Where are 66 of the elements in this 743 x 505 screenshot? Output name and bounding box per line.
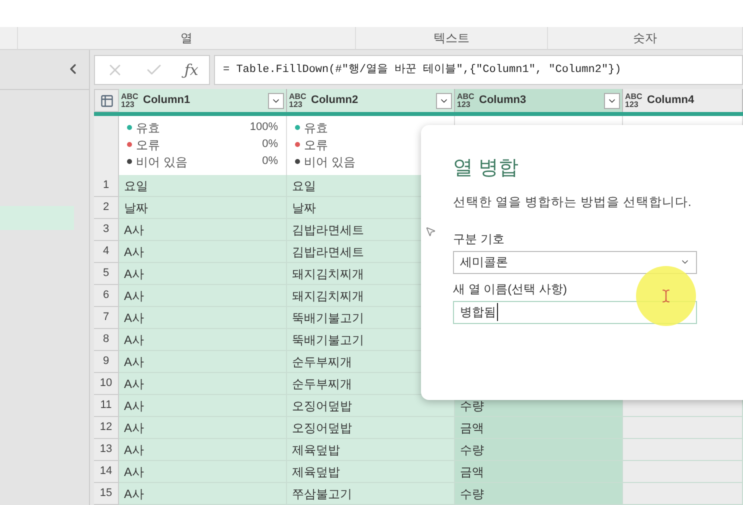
dialog-description: 선택한 열을 병합하는 방법을 선택합니다. bbox=[453, 194, 692, 211]
row-number: 14 bbox=[94, 461, 119, 483]
table-cell: A사 bbox=[119, 219, 287, 241]
table-cell: A사 bbox=[119, 285, 287, 307]
type-label[interactable]: ABC 123 bbox=[625, 92, 643, 108]
stat-value: 0% bbox=[262, 137, 278, 152]
row-number: 15 bbox=[94, 483, 119, 505]
type-label[interactable]: ABC 123 bbox=[457, 92, 475, 108]
table-cell: A사 bbox=[119, 241, 287, 263]
table-cell: 금액 bbox=[455, 417, 623, 439]
stat-label: 비어 있음 bbox=[136, 154, 188, 170]
table-cell: A사 bbox=[119, 329, 287, 351]
type-label[interactable]: ABC 123 bbox=[289, 92, 307, 108]
stat-label: 유효 bbox=[304, 120, 329, 136]
stat-label: 비어 있음 bbox=[304, 154, 356, 170]
ribbon-group-label: 숫자 bbox=[633, 30, 657, 47]
row-number: 7 bbox=[94, 307, 119, 329]
table-cell: A사 bbox=[119, 373, 287, 395]
ribbon-group-label: 열 bbox=[180, 30, 192, 47]
row-number: 6 bbox=[94, 285, 119, 307]
table-cell: 오징어덮밥 bbox=[287, 395, 455, 417]
table-cell: A사 bbox=[119, 307, 287, 329]
table-cell: 수량 bbox=[455, 483, 623, 505]
column-name: Column4 bbox=[647, 93, 696, 108]
row-number: 13 bbox=[94, 439, 119, 461]
stat-label: 오류 bbox=[136, 136, 161, 154]
table-cell: A사 bbox=[119, 351, 287, 373]
table-cell: A사 bbox=[119, 417, 287, 439]
table-cell: 제육덮밥 bbox=[287, 439, 455, 461]
type-label[interactable]: ABC 123 bbox=[121, 92, 139, 108]
separator-dropdown[interactable]: 세미콜론 bbox=[453, 250, 697, 274]
row-number: 9 bbox=[94, 351, 119, 373]
table-cell: A사 bbox=[119, 461, 287, 483]
table-cell: 쭈삼불고기 bbox=[287, 483, 455, 505]
column-name: Column3 bbox=[479, 93, 528, 108]
table-cell: 제육덮밥 bbox=[287, 461, 455, 483]
column-name: Column1 bbox=[143, 93, 192, 108]
separator-label: 구분 기호 bbox=[453, 230, 504, 248]
table-cell: 요일 bbox=[119, 175, 287, 197]
dialog-title: 열 병합 bbox=[453, 156, 520, 181]
row-number: 2 bbox=[94, 197, 119, 219]
ribbon-group-label: 텍스트 bbox=[434, 30, 470, 47]
table-cell: 날짜 bbox=[119, 197, 287, 219]
stat-value: 0% bbox=[262, 154, 278, 170]
row-number: 10 bbox=[94, 373, 119, 395]
row-number: 5 bbox=[94, 263, 119, 285]
row-number: 1 bbox=[94, 175, 119, 197]
table-cell: 수량 bbox=[455, 439, 623, 461]
stat-value: 100% bbox=[250, 120, 278, 136]
stat-label: 유효 bbox=[136, 120, 161, 136]
row-number: 12 bbox=[94, 417, 119, 439]
table-cell: A사 bbox=[119, 483, 287, 505]
table-cell: 금액 bbox=[455, 461, 623, 483]
table-cell: A사 bbox=[119, 263, 287, 285]
column-name: Column2 bbox=[311, 93, 360, 108]
stat-label: 오류 bbox=[304, 136, 329, 154]
table-cell: 오징어덮밥 bbox=[287, 417, 455, 439]
row-number: 4 bbox=[94, 241, 119, 263]
row-number: 8 bbox=[94, 329, 119, 351]
fx-icon[interactable]: ƒx bbox=[184, 58, 198, 82]
column-name-label: 새 열 이름(선택 사항) bbox=[453, 280, 567, 298]
table-cell: A사 bbox=[119, 395, 287, 417]
row-number: 3 bbox=[94, 219, 119, 241]
formula-field[interactable]: = Table.FillDown(#"행/열을 바꾼 테이블",{"Column1", "Column2"}) bbox=[214, 55, 743, 85]
table-cell: A사 bbox=[119, 439, 287, 461]
row-number: 11 bbox=[94, 395, 119, 417]
